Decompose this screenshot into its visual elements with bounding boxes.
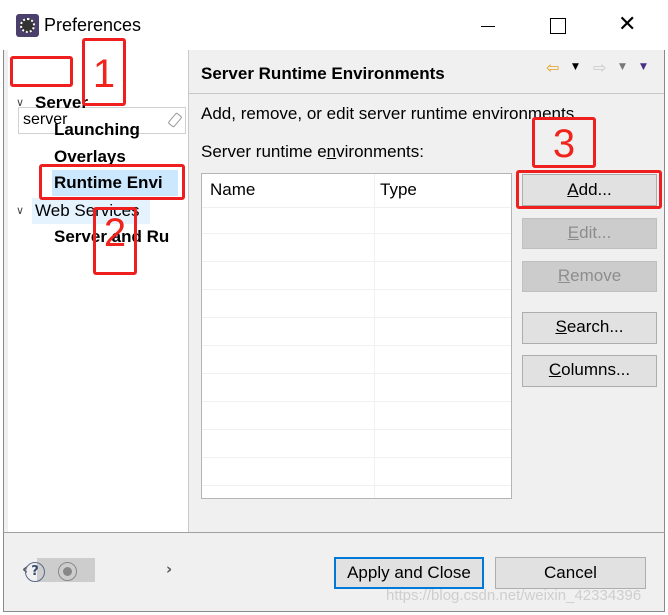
scroll-right-icon[interactable]: › (166, 560, 172, 578)
search-button[interactable]: Search... (522, 312, 657, 344)
annotation-number: 2 (103, 211, 127, 255)
label: dit... (579, 223, 612, 242)
maximize-icon[interactable] (550, 18, 566, 34)
forward-arrow-icon[interactable]: ⇨ (593, 58, 606, 77)
mnemonic: R (557, 266, 571, 285)
annotation-box (516, 170, 662, 209)
mnemonic: C (548, 360, 562, 379)
annotation-number: 1 (92, 52, 116, 96)
row-divider (202, 261, 511, 262)
row-divider (202, 207, 511, 208)
label: olumns... (561, 360, 631, 379)
back-dropdown-icon[interactable]: ▼ (572, 62, 579, 72)
page-title: Server Runtime Environments (201, 64, 445, 83)
chevron-down-icon[interactable]: ∨ (16, 90, 24, 116)
list-label-text: Server runtime e (201, 142, 327, 161)
annotation-box (10, 56, 73, 87)
minimize-icon[interactable] (481, 26, 495, 27)
apply-and-close-button[interactable]: Apply and Close (334, 557, 484, 589)
columns-button[interactable]: Columns... (522, 355, 657, 387)
edit-button[interactable]: Edit... (522, 218, 657, 249)
forward-dropdown-icon[interactable]: ▼ (619, 62, 626, 72)
back-arrow-icon[interactable]: ⇦ (546, 58, 559, 77)
label: emove (570, 266, 622, 285)
row-divider (202, 233, 511, 234)
column-header-name[interactable]: Name (210, 180, 255, 200)
row-divider (202, 345, 511, 346)
view-menu-icon[interactable]: ▼ (640, 62, 647, 72)
tree-item-launching[interactable]: Launching (54, 117, 140, 143)
clear-filter-icon[interactable] (167, 112, 183, 128)
label: earch... (566, 317, 624, 336)
eclipse-app-icon (16, 14, 39, 37)
remove-button[interactable]: Remove (522, 261, 657, 292)
row-divider (202, 289, 511, 290)
list-label: Server runtime environments: (201, 142, 424, 162)
window-title: Preferences (44, 15, 142, 35)
watermark: https://blog.csdn.net/weixin_42334396 (386, 587, 642, 604)
row-divider (202, 429, 511, 430)
footer-divider (3, 532, 665, 533)
row-divider (202, 373, 511, 374)
header-divider (188, 93, 664, 94)
list-label-text: vironments: (336, 142, 425, 161)
annotation-number: 3 (552, 122, 576, 166)
tree-item-server[interactable]: Server (35, 90, 88, 116)
column-divider[interactable] (374, 174, 375, 498)
runtime-environments-table[interactable]: Name Type (201, 173, 512, 499)
row-divider (202, 401, 511, 402)
annotation-box (39, 164, 185, 200)
row-divider (202, 485, 511, 486)
help-icon[interactable]: ? (25, 562, 45, 582)
cancel-button[interactable]: Cancel (495, 557, 646, 589)
record-icon[interactable] (58, 562, 77, 581)
row-divider (202, 457, 511, 458)
mnemonic: S (555, 317, 567, 336)
row-divider (202, 317, 511, 318)
list-label-mnemonic: n (326, 142, 337, 161)
close-icon[interactable]: ✕ (618, 12, 636, 37)
page-description: Add, remove, or edit server runtime envi… (201, 104, 579, 123)
column-header-type[interactable]: Type (380, 180, 417, 200)
panel-divider[interactable] (188, 50, 189, 532)
chevron-down-icon[interactable]: ∨ (16, 198, 24, 224)
mnemonic: E (567, 223, 580, 242)
